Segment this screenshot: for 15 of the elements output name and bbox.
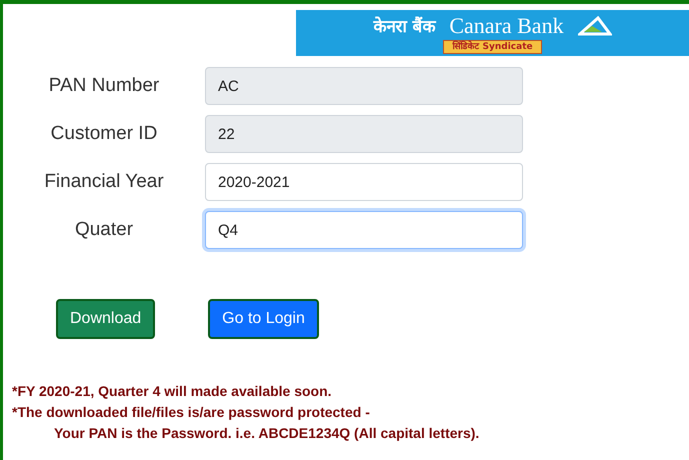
triangle-logo-icon — [578, 16, 612, 36]
field-label: PAN Number — [48, 75, 160, 97]
note-text: *FY 2020-21, Quarter 4 will made available soon. — [12, 383, 333, 399]
field-label: Quater — [74, 219, 134, 241]
input-field[interactable]: 2020-2021 — [205, 163, 523, 201]
field-label: Financial Year — [43, 171, 165, 193]
bank-name: Canara Bank — [449, 12, 564, 38]
note-text: Your PAN is the Password. i.e. ABCDE1234Q (All capital letters). — [53, 425, 480, 441]
login-button[interactable]: Go to Login — [208, 299, 319, 339]
input-field[interactable]: Q4 — [205, 211, 523, 249]
field-label: Customer ID — [50, 123, 158, 145]
download-button[interactable]: Download — [56, 299, 156, 339]
note-text: *The downloaded file/files is/are password protected - — [12, 404, 371, 420]
bank-name-hindi: केनरा बैंक — [373, 16, 436, 37]
merger-badge: सिंडिकेट Syndicate — [443, 40, 542, 54]
